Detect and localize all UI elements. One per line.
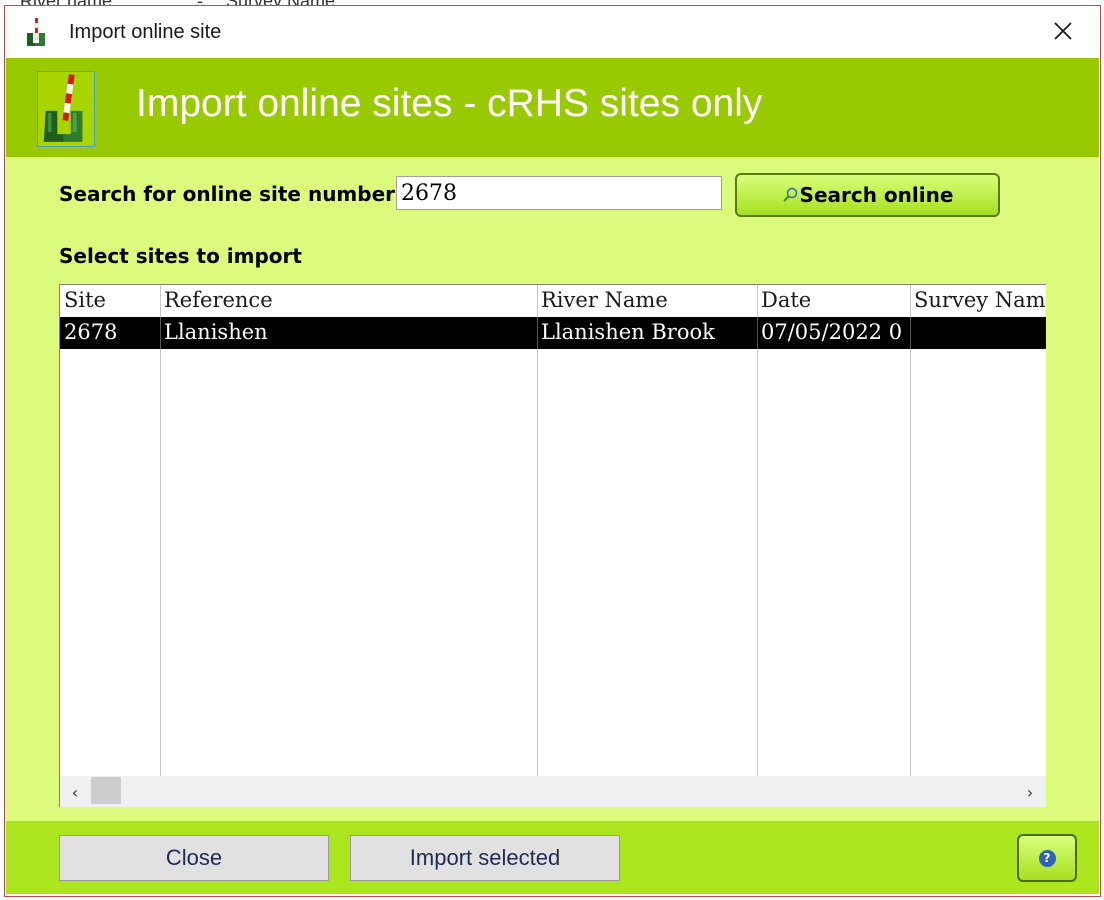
row-divider [160,317,161,349]
search-label: Search for online site number: [59,182,404,206]
window-title: Import online site [69,21,222,43]
cell-site: 2678 [64,320,118,344]
row-divider [910,317,911,349]
import-selected-button[interactable]: Import selected [350,835,620,881]
column-header-reference[interactable]: Reference [164,288,534,312]
column-header-date[interactable]: Date [761,288,908,312]
close-button-label: Close [165,845,223,870]
footer-bar: Close Import selected ? [6,821,1099,894]
sites-list[interactable]: Site Reference River Name Date Survey Na… [59,284,1046,807]
header-title: Import online sites - cRHS sites only [136,82,763,125]
scrollbar-thumb[interactable] [91,777,121,804]
survey-pole-boots-icon [37,71,95,147]
search-online-button[interactable]: Search online [735,173,1000,217]
column-divider [160,285,161,776]
site-number-input[interactable] [396,176,722,210]
help-icon: ? [1038,849,1056,867]
cell-reference: Llanishen [164,320,268,344]
title-bar[interactable]: Import online site [5,6,1100,58]
import-selected-label: Import selected [409,845,561,870]
row-divider [757,317,758,349]
header-band: Import online sites - cRHS sites only [6,58,1099,157]
close-button[interactable]: Close [59,835,329,881]
search-globe-icon [782,187,797,202]
table-row[interactable]: 2678 Llanishen Llanishen Brook 07/05/202… [60,317,1046,349]
column-header-river-name[interactable]: River Name [541,288,755,312]
help-button[interactable]: ? [1017,834,1077,882]
column-divider [537,285,538,776]
close-icon[interactable] [1050,18,1076,44]
dialog-body: Import online sites - cRHS sites only Se… [6,58,1099,894]
column-divider [910,285,911,776]
column-header-site[interactable]: Site [64,288,158,312]
column-header-survey-name[interactable]: Survey Name [914,288,1045,312]
select-sites-label: Select sites to import [59,244,302,268]
survey-pole-boots-icon [27,18,45,46]
column-divider [757,285,758,776]
import-online-site-dialog: Import online site Import online sites -… [4,5,1101,897]
search-online-label: Search online [799,183,954,207]
chevron-right-icon[interactable]: › [1015,776,1045,807]
cell-date: 07/05/2022 0 [761,320,903,344]
chevron-left-icon[interactable]: ‹ [60,776,90,807]
cell-river-name: Llanishen Brook [541,320,715,344]
row-divider [537,317,538,349]
horizontal-scrollbar[interactable]: ‹ › [60,776,1046,807]
